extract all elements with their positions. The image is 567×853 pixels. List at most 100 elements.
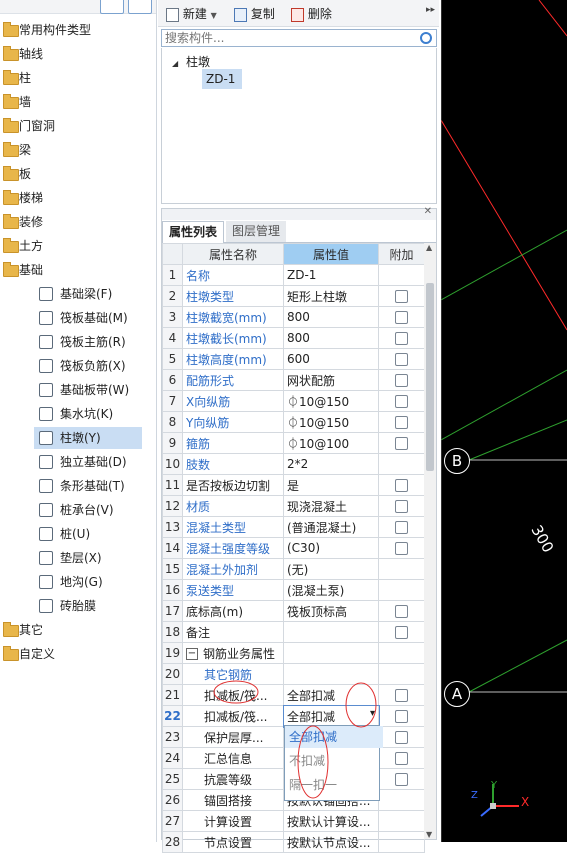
tree-sub-item[interactable]: 柱墩(Y) (34, 427, 142, 449)
property-row[interactable]: 1 名称 ZD-1 (162, 264, 425, 286)
property-value[interactable]: (混凝土泵) (283, 579, 379, 601)
delete-button[interactable]: 删除 (291, 4, 332, 24)
property-row[interactable]: 7 X向纵筋 ⏀10@150 (162, 390, 425, 412)
property-value[interactable]: 800 (283, 306, 379, 328)
extra-checkbox[interactable] (395, 731, 408, 744)
extra-checkbox[interactable] (395, 332, 408, 345)
collapse-box-icon[interactable]: − (186, 648, 198, 660)
tree-sub-item[interactable]: 基础板带(W) (34, 379, 142, 401)
property-row[interactable]: 9 箍筋 ⏀10@100 (162, 432, 425, 454)
property-row[interactable]: 28 节点设置 按默认节点设... (162, 831, 425, 853)
dropdown-option[interactable]: 全部扣减 (285, 726, 383, 748)
extra-checkbox[interactable] (395, 395, 408, 408)
extra-checkbox[interactable] (395, 689, 408, 702)
property-row[interactable]: 6 配筋形式 网状配筋 (162, 369, 425, 391)
scroll-up-icon[interactable]: ▲ (426, 243, 432, 252)
tab-layer-management[interactable]: 图层管理 (226, 221, 287, 242)
property-row[interactable]: 12 材质 现浇混凝土 (162, 495, 425, 517)
search-icon[interactable] (420, 32, 432, 44)
extra-checkbox[interactable] (395, 479, 408, 492)
property-row[interactable]: 11 是否按板边切割 是 (162, 474, 425, 496)
property-value[interactable]: 矩形上柱墩 (283, 285, 379, 307)
property-row[interactable]: 3 柱墩截宽(mm) 800 (162, 306, 425, 328)
extra-checkbox[interactable] (395, 773, 408, 786)
scroll-down-icon[interactable]: ▼ (426, 830, 432, 839)
tree-sub-item[interactable]: 筏板负筋(X) (34, 355, 142, 377)
property-value[interactable]: 全部扣减 ▾ (282, 704, 380, 728)
tree-folder-item[interactable]: 土方 (0, 235, 156, 257)
property-row[interactable]: 22 扣减板/筏... 全部扣减 ▾ (162, 704, 425, 728)
extra-checkbox[interactable] (395, 311, 408, 324)
extra-checkbox[interactable] (395, 500, 408, 513)
property-row[interactable]: 21 扣减板/筏... 全部扣减 (162, 684, 425, 706)
tree-folder-item[interactable]: 板 (0, 163, 156, 185)
tree-folder-item[interactable]: 楼梯 (0, 187, 156, 209)
property-value[interactable]: ⏀10@150 (283, 411, 379, 433)
deduct-dropdown-list[interactable]: 全部扣减 不扣减 隔一扣一 (284, 725, 383, 801)
tree-item-zd-1[interactable]: ZD-1 (202, 69, 242, 89)
chevron-down-icon[interactable]: ▾ (370, 708, 375, 719)
tree-sub-item[interactable]: 桩承台(V) (34, 499, 142, 521)
property-row[interactable]: 5 柱墩高度(mm) 600 (162, 348, 425, 370)
property-value[interactable]: 2*2 (283, 453, 379, 475)
tree-folder-item[interactable]: 基础 (0, 259, 156, 281)
collapse-triangle-icon[interactable]: ◢ (172, 59, 178, 68)
property-value[interactable]: (普通混凝土) (283, 516, 379, 538)
tree-folder-item[interactable]: 装修 (0, 211, 156, 233)
property-value[interactable]: 全部扣减 (283, 684, 379, 706)
tree-sub-item[interactable]: 桩(U) (34, 523, 142, 545)
overflow-chevron-icon[interactable]: ▸▸ (426, 5, 435, 15)
property-row[interactable]: 4 柱墩截长(mm) 800 (162, 327, 425, 349)
property-row[interactable]: 2 柱墩类型 矩形上柱墩 (162, 285, 425, 307)
tree-folder-item[interactable]: 自定义 (0, 643, 156, 665)
extra-checkbox[interactable] (395, 290, 408, 303)
property-value[interactable]: 筏板顶标高 (283, 600, 379, 622)
property-value[interactable]: ZD-1 (283, 264, 379, 286)
property-value[interactable]: 现浇混凝土 (283, 495, 379, 517)
extra-checkbox[interactable] (395, 542, 408, 555)
property-value[interactable]: ⏀10@100 (283, 432, 379, 454)
tree-folder-item[interactable]: 其它 (0, 619, 156, 641)
tree-folder-item[interactable]: 梁 (0, 139, 156, 161)
tree-sub-item[interactable]: 独立基础(D) (34, 451, 142, 473)
scroll-thumb[interactable] (426, 283, 434, 471)
extra-checkbox[interactable] (395, 626, 408, 639)
property-value[interactable]: (C30) (283, 537, 379, 559)
property-value[interactable]: 800 (283, 327, 379, 349)
property-row[interactable]: 8 Y向纵筋 ⏀10@150 (162, 411, 425, 433)
extra-checkbox[interactable] (395, 437, 408, 450)
tree-folder-item[interactable]: 柱 (0, 67, 156, 89)
copy-button[interactable]: 复制 (234, 4, 275, 24)
close-icon[interactable]: ✕ (424, 206, 432, 217)
list-view-icon[interactable] (100, 0, 124, 14)
property-row[interactable]: 10 肢数 2*2 (162, 453, 425, 475)
tree-sub-item[interactable]: 集水坑(K) (34, 403, 142, 425)
property-value[interactable]: 网状配筋 (283, 369, 379, 391)
property-value[interactable] (283, 621, 379, 643)
detail-view-icon[interactable] (128, 0, 152, 14)
property-value[interactable]: 600 (283, 348, 379, 370)
property-row[interactable]: 19− 钢筋业务属性 (162, 642, 425, 664)
property-value[interactable]: 是 (283, 474, 379, 496)
cad-drawing-view[interactable]: B A 300 X Y Z (441, 0, 567, 842)
property-value[interactable]: ⏀10@150 (283, 390, 379, 412)
tree-folder-item[interactable]: 门窗洞 (0, 115, 156, 137)
extra-checkbox[interactable] (395, 752, 408, 765)
extra-checkbox[interactable] (395, 353, 408, 366)
property-row[interactable]: 15 混凝土外加剂 (无) (162, 558, 425, 580)
tree-folder-item[interactable]: 墙 (0, 91, 156, 113)
tab-property-list[interactable]: 属性列表 (162, 221, 225, 243)
property-value[interactable]: 按默认计算设... (283, 810, 379, 832)
property-row[interactable]: 17 底标高(m) 筏板顶标高 (162, 600, 425, 622)
tree-folder-item[interactable]: 常用构件类型 (0, 19, 156, 41)
property-row[interactable]: 13 混凝土类型 (普通混凝土) (162, 516, 425, 538)
property-row[interactable]: 14 混凝土强度等级 (C30) (162, 537, 425, 559)
property-row[interactable]: 20 其它钢筋 (162, 663, 425, 685)
search-field[interactable] (161, 29, 437, 47)
dropdown-option[interactable]: 不扣减 (285, 750, 383, 772)
tree-sub-item[interactable]: 地沟(G) (34, 571, 142, 593)
property-row[interactable]: 16 泵送类型 (混凝土泵) (162, 579, 425, 601)
tree-sub-item[interactable]: 垫层(X) (34, 547, 142, 569)
tree-sub-item[interactable]: 筏板基础(M) (34, 307, 142, 329)
tree-sub-item[interactable]: 砖胎膜 (34, 595, 142, 617)
